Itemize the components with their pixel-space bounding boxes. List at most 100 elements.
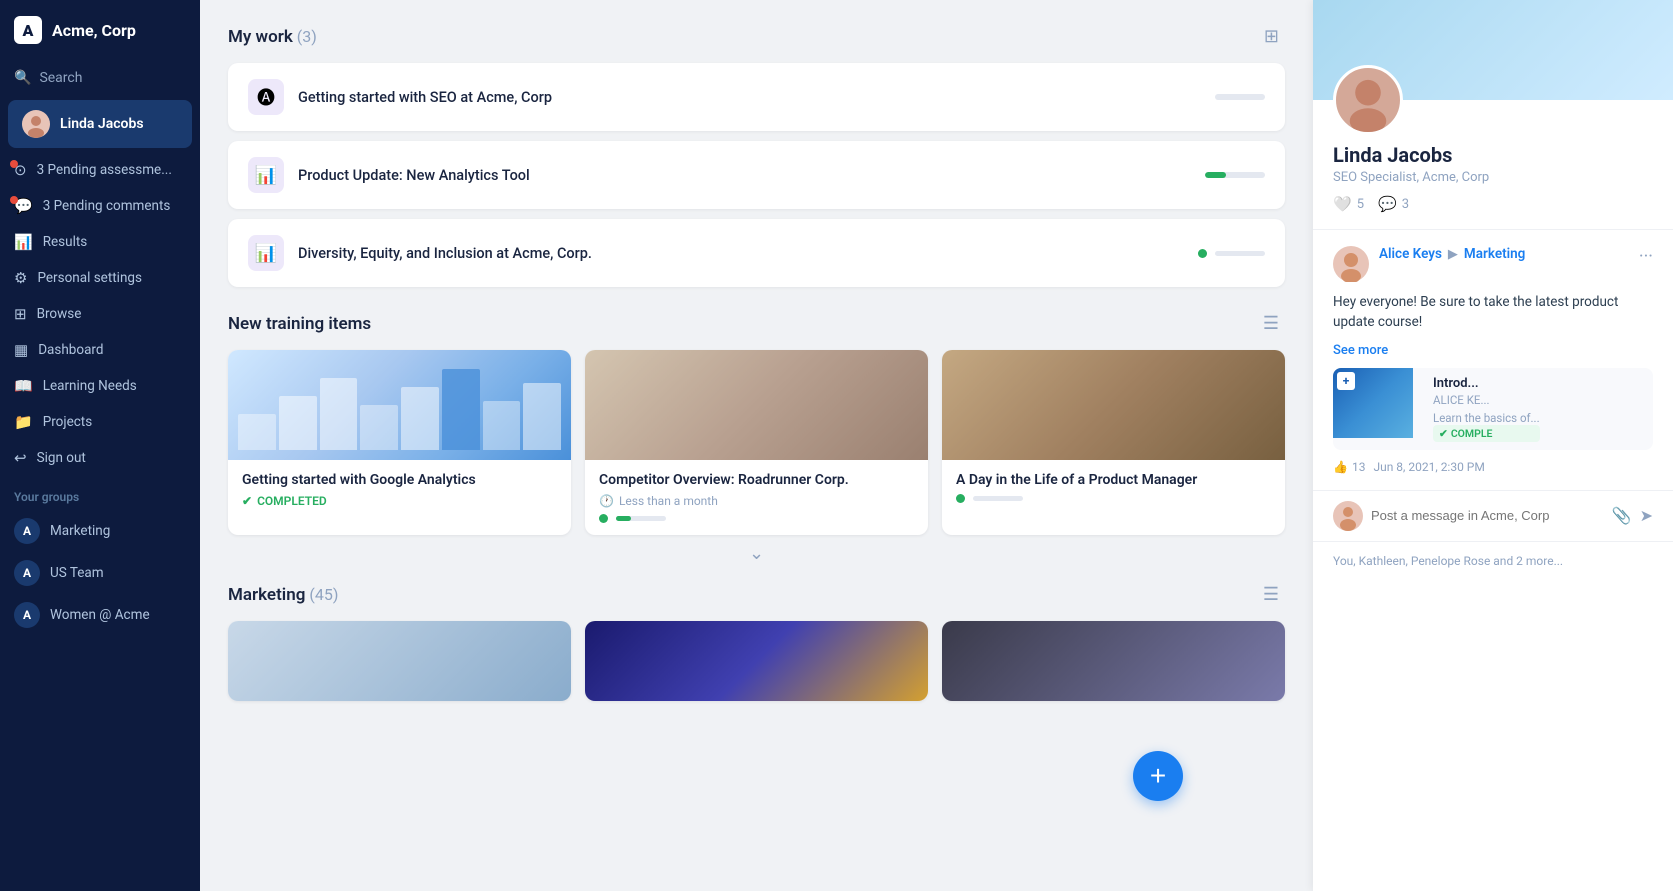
training-card-body-analytics: Getting started with Google Analytics ✔ … <box>228 460 571 520</box>
dashboard-item[interactable]: ▦ Dashboard <box>0 332 200 368</box>
mkt-card-1[interactable] <box>228 621 571 701</box>
training-thumb-competitor <box>585 350 928 460</box>
group-us-team-icon: A <box>14 560 40 586</box>
training-card-analytics[interactable]: Getting started with Google Analytics ✔ … <box>228 350 571 535</box>
projects-label: Projects <box>43 414 93 430</box>
attach-subtitle: ALICE KE... <box>1433 393 1540 407</box>
my-work-grid-button[interactable]: ⊞ <box>1258 24 1285 49</box>
learning-icon: 📖 <box>14 377 33 395</box>
sign-out-item[interactable]: ↩ Sign out <box>0 440 200 476</box>
training-card-daylife[interactable]: A Day in the Life of a Product Manager <box>942 350 1285 535</box>
see-more-link[interactable]: See more <box>1333 343 1653 358</box>
group-marketing-icon: A <box>14 518 40 544</box>
training-title: New training items <box>228 314 371 334</box>
work-item-seo[interactable]: 🅐 Getting started with SEO at Acme, Corp <box>228 63 1285 131</box>
my-work-header: My work (3) ⊞ <box>228 24 1285 49</box>
marketing-grid <box>228 621 1285 701</box>
post-target-group[interactable]: Marketing <box>1464 246 1525 262</box>
post-options-button[interactable]: ··· <box>1639 246 1653 267</box>
reply-bar: 📎 ➤ <box>1313 490 1673 541</box>
app-logo: A Acme, Corp <box>0 0 200 60</box>
mkt-card-3[interactable] <box>942 621 1285 701</box>
learning-needs-label: Learning Needs <box>43 378 137 394</box>
attach-thumb: + <box>1333 368 1413 438</box>
likes-count: 5 <box>1357 197 1364 212</box>
browse-item[interactable]: ⊞ Browse <box>0 296 200 332</box>
search-button[interactable]: 🔍 Search <box>0 60 200 96</box>
dashboard-icon: ▦ <box>14 341 28 359</box>
work-icon-dei: 📊 <box>248 235 284 271</box>
post-footer: 👍 13 Jun 8, 2021, 2:30 PM <box>1333 460 1653 474</box>
post-attachment[interactable]: + Introd... ALICE KE... Learn the basics… <box>1333 368 1653 450</box>
training-card-title-daylife: A Day in the Life of a Product Manager <box>956 472 1271 488</box>
work-item-dei[interactable]: 📊 Diversity, Equity, and Inclusion at Ac… <box>228 219 1285 287</box>
work-icon-analytics: 📊 <box>248 157 284 193</box>
learning-needs-item[interactable]: 📖 Learning Needs <box>0 368 200 404</box>
user-avatar <box>22 110 50 138</box>
attach-title: Introd... <box>1433 376 1540 391</box>
work-item-analytics[interactable]: 📊 Product Update: New Analytics Tool <box>228 141 1285 209</box>
competitor-progress <box>599 514 914 523</box>
dashboard-label: Dashboard <box>38 342 103 358</box>
search-icon: 🔍 <box>14 70 31 86</box>
next-post-hint: You, Kathleen, Penelope Rose and 2 more.… <box>1313 541 1673 580</box>
post-timestamp: Jun 8, 2021, 2:30 PM <box>1373 460 1484 474</box>
post-author-avatar <box>1333 246 1369 282</box>
mkt-thumb-1 <box>228 621 571 701</box>
profile-header: Linda Jacobs SEO Specialist, Acme, Corp … <box>1313 65 1673 229</box>
group-women-acme-icon: A <box>14 602 40 628</box>
thumbs-up-icon: 👍 <box>1333 460 1348 474</box>
group-women-acme-label: Women @ Acme <box>50 607 150 623</box>
training-thumb-daylife <box>942 350 1285 460</box>
marketing-list-button[interactable]: ☰ <box>1257 582 1285 607</box>
training-card-competitor[interactable]: Competitor Overview: Roadrunner Corp. 🕐 … <box>585 350 928 535</box>
group-us-team[interactable]: A US Team <box>0 552 200 594</box>
daylife-progress <box>956 494 1271 503</box>
projects-item[interactable]: 📁 Projects <box>0 404 200 440</box>
training-card-title-analytics: Getting started with Google Analytics <box>242 472 557 488</box>
results-icon: 📊 <box>14 233 33 251</box>
mkt-card-2[interactable] <box>585 621 928 701</box>
reply-input[interactable] <box>1371 508 1604 523</box>
assessment-badge <box>10 160 18 168</box>
current-user-item[interactable]: Linda Jacobs <box>8 100 192 148</box>
group-women-acme[interactable]: A Women @ Acme <box>0 594 200 636</box>
group-marketing[interactable]: A Marketing <box>0 510 200 552</box>
send-button[interactable]: ➤ <box>1640 506 1653 526</box>
user-name: Linda Jacobs <box>60 116 144 132</box>
show-more-chevron[interactable]: ⌄ <box>228 543 1285 564</box>
post-author-name[interactable]: Alice Keys <box>1379 246 1442 262</box>
like-button[interactable]: 👍 13 <box>1333 460 1365 474</box>
personal-settings-item[interactable]: ⚙ Personal settings <box>0 260 200 296</box>
pending-assessments-item[interactable]: ⊙ 3 Pending assessme... <box>0 152 200 188</box>
attach-button[interactable]: 📎 <box>1612 506 1632 526</box>
right-panel: Linda Jacobs SEO Specialist, Acme, Corp … <box>1313 0 1673 891</box>
post-header: Alice Keys ▶ Marketing ··· <box>1333 246 1653 282</box>
profile-stats: 🤍 5 💬 3 <box>1333 195 1653 213</box>
sidebar: A Acme, Corp 🔍 Search Linda Jacobs ⊙ 3 P… <box>0 0 200 891</box>
marketing-title-wrap: Marketing (45) <box>228 585 338 605</box>
marketing-title: Marketing <box>228 585 305 605</box>
analytics-progress <box>1205 172 1265 178</box>
training-grid: Getting started with Google Analytics ✔ … <box>228 350 1285 535</box>
likes-stat: 🤍 5 <box>1333 195 1364 213</box>
likes-count: 13 <box>1352 460 1366 474</box>
my-work-title: My work (3) <box>228 27 317 47</box>
profile-name: Linda Jacobs <box>1333 143 1653 167</box>
results-label: Results <box>43 234 88 250</box>
fab-add-button[interactable]: + <box>1133 751 1183 801</box>
dei-progress <box>1198 249 1265 258</box>
results-item[interactable]: 📊 Results <box>0 224 200 260</box>
sign-out-icon: ↩ <box>14 449 27 467</box>
post-body: Hey everyone! Be sure to take the latest… <box>1333 292 1653 333</box>
training-list-button[interactable]: ☰ <box>1257 311 1285 336</box>
mkt-thumb-2 <box>585 621 928 701</box>
personal-settings-label: Personal settings <box>37 270 142 286</box>
training-card-body-competitor: Competitor Overview: Roadrunner Corp. 🕐 … <box>585 460 928 535</box>
groups-section-label: Your groups <box>0 476 200 510</box>
attach-completed-tag: ✔ COMPLE <box>1433 425 1540 442</box>
browse-icon: ⊞ <box>14 305 27 323</box>
pending-comments-item[interactable]: 💬 3 Pending comments <box>0 188 200 224</box>
company-name: Acme, Corp <box>52 21 136 40</box>
post-section: Alice Keys ▶ Marketing ··· Hey everyone!… <box>1313 229 1673 490</box>
